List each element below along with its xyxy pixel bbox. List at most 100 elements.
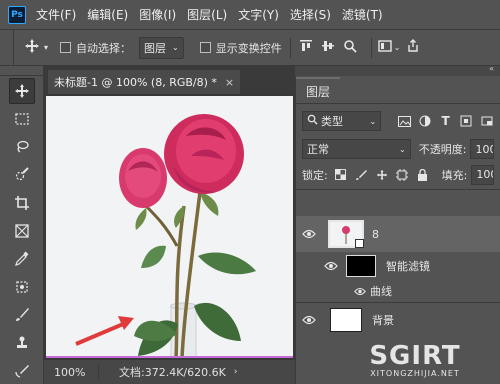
history-brush-icon — [14, 365, 29, 378]
menu-select[interactable]: 选择(S) — [290, 6, 331, 23]
collapse-icon[interactable]: « — [489, 64, 494, 73]
layers-panel-header: 图层 — [296, 76, 500, 104]
lock-transparent-icon[interactable] — [334, 167, 348, 183]
watermark: SGIRT XITONGZHIJIA.NET — [330, 334, 500, 384]
canvas[interactable] — [46, 96, 293, 358]
chevron-down-icon: ⌄ — [172, 43, 179, 52]
fill-input[interactable]: 100 — [471, 164, 494, 185]
fill-label: 填充: — [441, 168, 468, 182]
auto-select-value: 图层 — [144, 41, 167, 55]
layer-name[interactable]: 8 — [372, 228, 379, 241]
tool-frame[interactable] — [9, 218, 35, 244]
smart-object-badge-icon — [355, 239, 364, 248]
auto-select-option[interactable]: 自动选择： — [60, 40, 131, 56]
tab-layers[interactable]: 图层 — [296, 77, 341, 103]
chevron-down-icon[interactable]: ▾ — [44, 43, 48, 52]
chevron-right-icon[interactable]: › — [234, 367, 238, 377]
search-icon[interactable] — [343, 39, 357, 56]
menu-bar: Ps 文件(F) 编辑(E) 图像(I) 图层(L) 文字(Y) 选择(S) 滤… — [0, 0, 500, 30]
layer-row-smart-filters[interactable]: 智能滤镜 — [296, 252, 500, 280]
share-icon[interactable] — [406, 39, 420, 56]
filter-pixel-icon[interactable] — [397, 113, 412, 129]
blend-mode-dropdown[interactable]: 正常 ⌄ — [302, 139, 411, 159]
eyedropper-icon — [14, 251, 28, 266]
tool-lasso[interactable] — [9, 134, 35, 160]
move-tool-icon — [14, 84, 29, 98]
tool-crop[interactable] — [9, 190, 35, 216]
layer-row-curves[interactable]: 曲线 — [296, 280, 500, 302]
layer-row-8[interactable]: 8 — [296, 216, 500, 252]
layer-row-background[interactable]: 背景 — [296, 302, 500, 336]
lock-row: 锁定: 填充: 100 — [296, 160, 500, 190]
layer-name[interactable]: 背景 — [372, 312, 394, 328]
chevron-down-icon[interactable]: ⌄ — [394, 43, 401, 52]
filter-adjustment-icon[interactable] — [418, 113, 433, 129]
fill-value: 100 — [476, 168, 493, 181]
chevron-down-icon: ⌄ — [369, 116, 377, 126]
auto-select-dropdown[interactable]: 图层 ⌄ — [139, 36, 184, 59]
zoom-level[interactable]: 100% — [54, 366, 98, 379]
menu-type[interactable]: 文字(Y) — [238, 6, 279, 23]
status-bar: 100% 文档:372.4K/620.6K › — [44, 360, 295, 384]
lock-all-icon[interactable] — [415, 167, 429, 183]
lock-artboard-icon[interactable] — [395, 167, 409, 183]
tool-history-brush[interactable] — [9, 358, 35, 384]
toolbar-grip[interactable] — [0, 66, 43, 76]
watermark-url: XITONGZHIJIA.NET — [370, 368, 460, 378]
frame-icon — [14, 224, 29, 238]
curves-filter-label: 曲线 — [370, 285, 392, 298]
divider — [289, 37, 291, 58]
filter-smart-object-icon[interactable] — [479, 113, 494, 129]
show-transform-option[interactable]: 显示变换控件 — [199, 40, 282, 56]
filter-mask-thumbnail[interactable] — [346, 255, 376, 277]
tool-healing[interactable] — [9, 274, 35, 300]
clone-stamp-icon — [16, 336, 27, 348]
layer-filter-row: 类型 ⌄ T — [296, 106, 500, 136]
eye-icon[interactable] — [296, 229, 322, 239]
lock-pixels-icon[interactable] — [354, 167, 368, 183]
document-size: 文档:372.4K/620.6K — [119, 366, 226, 379]
photoshop-logo-icon[interactable]: Ps — [8, 5, 26, 24]
auto-select-checkbox[interactable] — [60, 42, 72, 53]
menu-layer[interactable]: 图层(L) — [187, 6, 227, 23]
chevron-down-icon: ⌄ — [399, 144, 406, 154]
align-top-icon[interactable] — [299, 39, 313, 56]
tool-eyedropper[interactable] — [9, 246, 35, 272]
document-tab[interactable]: 未标题-1 @ 100% (8, RGB/8) * × — [48, 70, 241, 94]
tool-marquee[interactable] — [9, 106, 35, 132]
filter-shape-icon[interactable] — [459, 113, 474, 129]
eye-icon[interactable] — [296, 315, 322, 325]
tool-move[interactable] — [8, 78, 35, 104]
tool-brush[interactable] — [9, 302, 35, 328]
filter-type-icon[interactable]: T — [438, 113, 453, 129]
move-tool-icon[interactable] — [24, 38, 40, 57]
blend-mode-value: 正常 — [307, 143, 329, 156]
align-middle-icon[interactable] — [321, 39, 335, 56]
tool-quick-select[interactable] — [9, 162, 35, 188]
tool-stamp[interactable] — [9, 330, 35, 356]
panel-collapse-bar[interactable]: « — [295, 64, 500, 76]
brush-icon — [15, 308, 29, 321]
lock-position-icon[interactable] — [375, 167, 389, 183]
opacity-input[interactable]: 100 — [470, 139, 494, 159]
menu-file[interactable]: 文件(F) — [36, 6, 76, 23]
status-divider — [98, 365, 99, 379]
layer-thumbnail — [328, 220, 364, 248]
document-area: 未标题-1 @ 100% (8, RGB/8) * × 100% 文档:372.… — [44, 66, 295, 384]
layer-filter-dropdown[interactable]: 类型 ⌄ — [302, 111, 382, 131]
rose-photo — [46, 96, 293, 356]
search-icon — [307, 114, 318, 128]
close-icon[interactable]: × — [225, 76, 234, 89]
menu-filter[interactable]: 滤镜(T) — [342, 6, 383, 23]
eye-icon[interactable] — [318, 261, 344, 271]
show-transform-checkbox[interactable] — [199, 42, 211, 53]
eye-icon[interactable] — [352, 287, 368, 296]
menu-edit[interactable]: 编辑(E) — [87, 6, 128, 23]
show-transform-label: 显示变换控件 — [215, 41, 282, 55]
quick-select-icon — [15, 167, 29, 181]
auto-select-label: 自动选择： — [76, 41, 132, 55]
document-tab-title: 未标题-1 @ 100% (8, RGB/8) * — [54, 76, 217, 89]
lasso-icon — [16, 140, 29, 153]
workspace-icon[interactable] — [378, 39, 392, 56]
menu-image[interactable]: 图像(I) — [139, 6, 176, 23]
